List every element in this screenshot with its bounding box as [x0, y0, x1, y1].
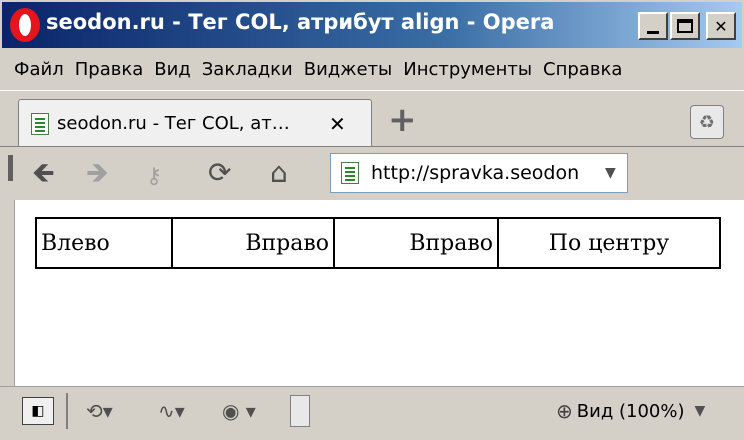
maximize-button[interactable] [670, 12, 700, 40]
minimize-button[interactable] [638, 12, 668, 40]
title-bar: seodon.ru - Тег COL, атрибут align - Ope… [0, 0, 744, 48]
table-cell: Вправо [171, 217, 335, 269]
menu-bookmarks[interactable]: Закладки [202, 59, 293, 80]
address-dropdown-icon[interactable]: ▼ [605, 165, 616, 181]
tab-bar: seodon.ru - Тег COL, ат… ✕ + ♻ [0, 90, 744, 147]
demo-table: Влево Вправо Вправо По центру [35, 217, 721, 269]
navigation-toolbar: 🡸 🡺 ⚷ ⟳ ⌂ http://spravka.seodon ▼ [0, 146, 744, 200]
minimize-icon [647, 30, 659, 34]
tab-active[interactable]: seodon.ru - Тег COL, ат… ✕ [18, 99, 372, 147]
window-title: seodon.ru - Тег COL, атрибут align - Ope… [46, 10, 555, 34]
toolbar-grip[interactable] [8, 155, 13, 181]
page-icon [31, 112, 49, 135]
tab-label: seodon.ru - Тег COL, ат… [57, 113, 290, 134]
page-icon [341, 162, 359, 184]
forward-icon[interactable]: 🡺 [86, 159, 109, 187]
table-cell: Влево [35, 217, 173, 269]
menu-widgets[interactable]: Виджеты [304, 59, 392, 80]
opera-logo-icon[interactable] [10, 8, 40, 42]
maximize-icon [677, 19, 693, 33]
status-field [290, 395, 310, 427]
address-text[interactable]: http://spravka.seodon [371, 162, 601, 184]
table-cell: По центру [497, 217, 721, 269]
page-content: Влево Вправо Вправо По центру [14, 200, 744, 386]
back-icon[interactable]: 🡸 [32, 159, 55, 187]
tab-close-icon[interactable]: ✕ [329, 112, 346, 136]
home-icon[interactable]: ⌂ [270, 159, 288, 187]
menu-edit[interactable]: Правка [75, 59, 144, 80]
address-bar[interactable]: http://spravka.seodon ▼ [330, 153, 628, 193]
reload-icon[interactable]: ⟳ [208, 159, 231, 187]
sync-icon[interactable]: ⟲▾ [86, 399, 113, 423]
speed-dial-icon[interactable]: ◉ ▾ [222, 399, 256, 423]
menu-tools[interactable]: Инструменты [403, 59, 532, 80]
zoom-icon: ⊕ [556, 399, 573, 423]
menu-file[interactable]: Файл [14, 59, 64, 80]
trash-icon[interactable]: ♻ [690, 105, 724, 139]
key-icon[interactable]: ⚷ [146, 163, 162, 191]
panel-toggle-icon[interactable]: ◧ [22, 397, 54, 425]
zoom-control[interactable]: ⊕ Вид (100%) ▼ [556, 399, 705, 423]
close-icon: ✕ [714, 16, 728, 36]
zoom-dropdown-icon[interactable]: ▼ [694, 403, 705, 419]
menu-bar: Файл Правка Вид Закладки Виджеты Инструм… [0, 48, 744, 90]
close-button[interactable]: ✕ [706, 12, 736, 40]
zoom-label: Вид (100%) [576, 400, 685, 422]
menu-help[interactable]: Справка [543, 59, 622, 80]
table-row: Влево Вправо Вправо По центру [35, 217, 721, 269]
divider [66, 393, 68, 429]
menu-view[interactable]: Вид [154, 59, 191, 80]
new-tab-button[interactable]: + [388, 103, 417, 137]
status-bar: ◧ ⟲▾ ∿▾ ◉ ▾ ⊕ Вид (100%) ▼ [0, 386, 744, 440]
turbo-icon[interactable]: ∿▾ [158, 399, 185, 423]
table-cell: Вправо [333, 217, 499, 269]
